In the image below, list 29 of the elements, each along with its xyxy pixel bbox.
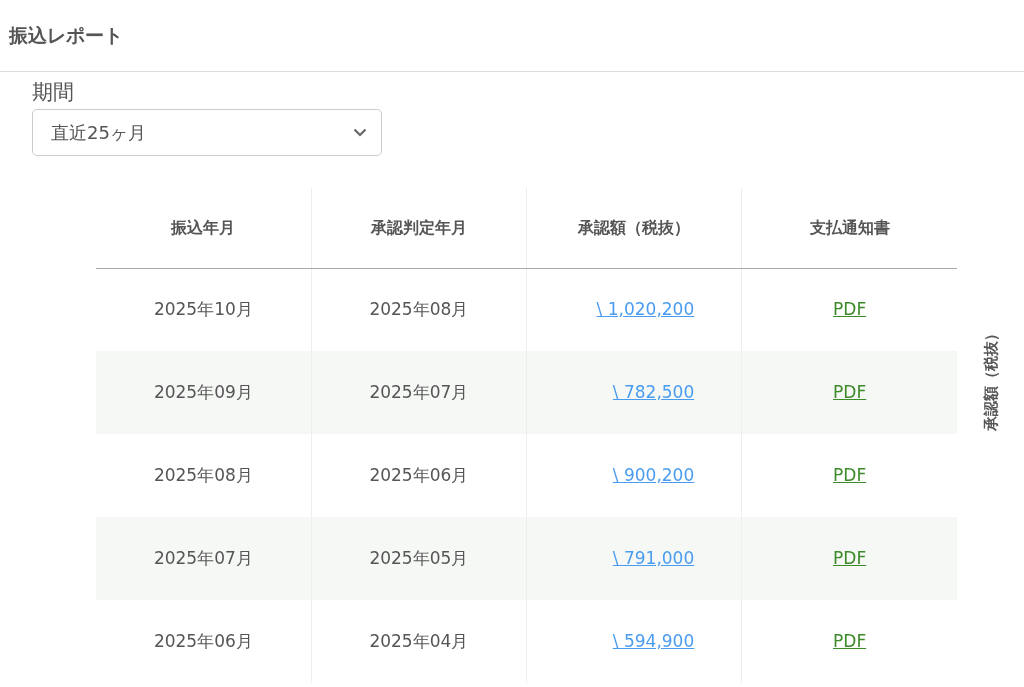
amount-link[interactable]: \ 900,200 [612, 464, 695, 485]
amount-link[interactable]: \ 782,500 [612, 381, 695, 402]
column-header: 承認額（税抜） [578, 217, 691, 237]
amount-link[interactable]: \ 791,000 [612, 547, 695, 568]
pdf-link[interactable]: PDF [833, 464, 867, 485]
approval-month-text: 2025年05月 [369, 547, 469, 568]
pdf-link[interactable]: PDF [833, 299, 867, 319]
transfer-month-text: 2025年10月 [153, 299, 253, 319]
pdf-link[interactable]: PDF [833, 381, 867, 402]
column-header: 振込年月 [171, 217, 236, 237]
transfer-month-text: 2025年08月 [153, 464, 253, 485]
transfer-month-text: 2025年07月 [153, 547, 253, 568]
pdf-link[interactable]: PDF [833, 547, 867, 568]
period-select[interactable]: 直近25ヶ月 [32, 109, 382, 156]
page-title: 振込レポート [9, 23, 123, 49]
amount-link[interactable]: \ 594,900 [612, 630, 695, 651]
transfer-month-text: 2025年09月 [153, 381, 253, 402]
column-header: 承認判定年月 [370, 217, 467, 237]
approval-month-text: 2025年04月 [369, 630, 469, 651]
column-header: 支払通知書 [809, 217, 890, 237]
amount-link[interactable]: \ 1,020,200 [596, 299, 695, 319]
approval-month-text: 2025年06月 [369, 464, 469, 485]
transfer-month-text: 2025年06月 [153, 630, 253, 651]
period-label: 期間 [32, 80, 75, 104]
approval-month-text: 2025年07月 [369, 381, 469, 402]
axis-label: 承認額（税抜） [980, 325, 1001, 431]
chevron-down-icon [353, 128, 367, 137]
approval-month-text: 2025年08月 [369, 299, 469, 319]
pdf-link[interactable]: PDF [833, 630, 867, 651]
